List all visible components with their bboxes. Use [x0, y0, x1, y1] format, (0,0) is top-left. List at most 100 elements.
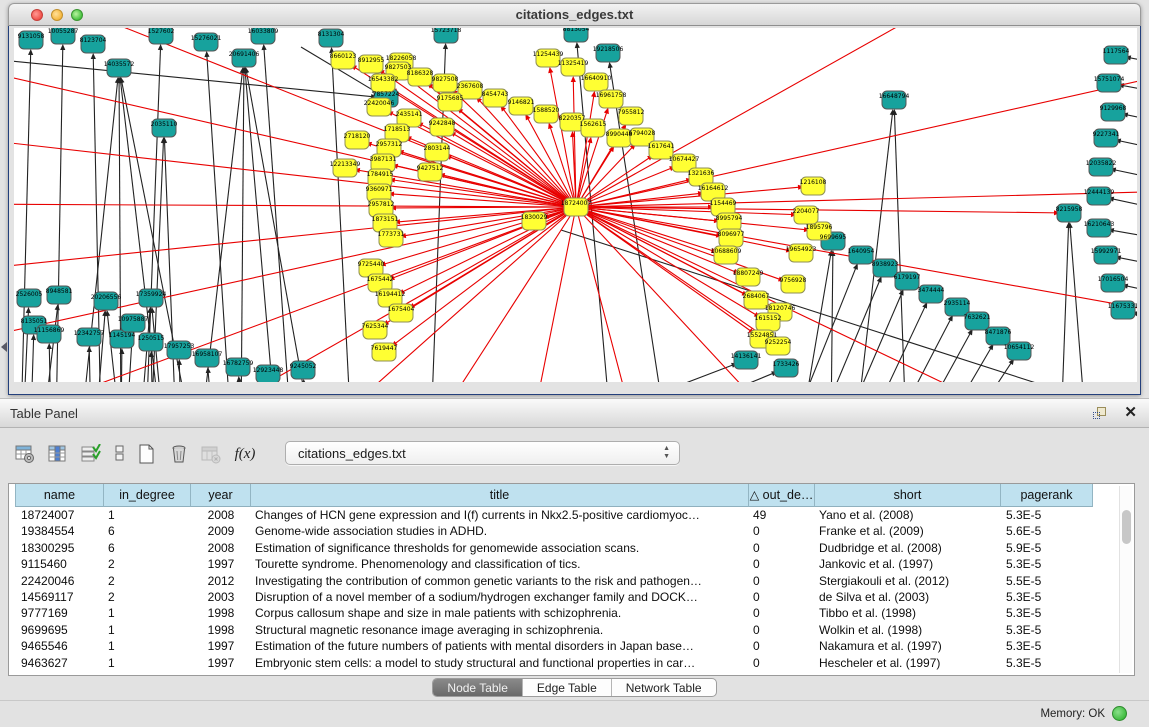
graph-node-label: 2957812	[368, 201, 395, 208]
graph-node-label: 1250515	[138, 335, 165, 342]
table-row[interactable]: 1938455462009Genome-wide association stu…	[9, 523, 1119, 539]
column-header-4[interactable]: △ out_de…	[749, 484, 815, 507]
graph-node-label: 8938923	[872, 261, 899, 268]
graph-node-label: 11156869	[34, 327, 65, 334]
tab-edge-table[interactable]: Edge Table	[523, 679, 612, 696]
graph-edge	[393, 207, 576, 345]
graph-edge	[894, 111, 906, 382]
function-builder-icon[interactable]: f(x)	[232, 439, 258, 469]
graph-node-label: 17016504	[1098, 276, 1129, 283]
graph-node-label: 12923448	[253, 367, 284, 374]
cell: 9777169	[15, 605, 104, 621]
window-title: citations_edges.txt	[9, 7, 1140, 22]
table-row[interactable]: 977716911998Corpus callosum shape and si…	[9, 605, 1119, 621]
graph-node-label: 8215958	[1056, 206, 1083, 213]
new-document-icon[interactable]	[134, 439, 160, 469]
column-header-0[interactable]: name	[15, 484, 104, 507]
edge-arrowhead	[608, 62, 613, 68]
graph-edge	[943, 345, 992, 382]
graph-node-label: 1562615	[580, 121, 607, 128]
graph-node-label: 1145194	[109, 332, 136, 339]
column-header-2[interactable]: year	[191, 484, 251, 507]
tab-node-table[interactable]: Node Table	[433, 679, 523, 696]
table-row[interactable]: 2242004622012Investigating the contribut…	[9, 573, 1119, 589]
delete-trash-icon[interactable]	[166, 439, 192, 469]
show-columns-icon[interactable]	[45, 439, 71, 469]
cell: 2003	[191, 589, 251, 605]
graph-node-label: 16194412	[375, 291, 406, 298]
table-panel: Table Panel ✕ f(x) citations_edges.txt ▲…	[0, 398, 1149, 727]
float-panel-icon[interactable]	[1093, 406, 1109, 422]
tab-network-table[interactable]: Network Table	[612, 679, 716, 696]
graph-node-label: 12342757	[74, 330, 105, 337]
graph-edge	[14, 60, 375, 97]
graph-node-label: 2803144	[424, 145, 451, 152]
table-row[interactable]: 911546021997Tourette syndrome. Phenomeno…	[9, 556, 1119, 572]
cell: 1998	[191, 622, 251, 638]
graph-node-label: 1873151	[372, 216, 399, 223]
graph-node-label: 1718513	[384, 126, 411, 133]
column-header-1[interactable]: in_degree	[104, 484, 191, 507]
graph-node-label: 16782759	[223, 360, 254, 367]
memory-status-indicator[interactable]	[1112, 706, 1127, 721]
collapse-panel-arrow-icon[interactable]	[1, 342, 7, 352]
table-row[interactable]: 1456911722003Disruption of a novel membe…	[9, 589, 1119, 605]
graph-node-label: 10674427	[669, 156, 700, 163]
cell: Hescheler et al. (1997)	[815, 655, 1001, 671]
graph-node-label: 8912955	[358, 57, 385, 64]
graph-edge	[576, 180, 1137, 207]
column-header-3[interactable]: title	[251, 484, 749, 507]
table-source-select[interactable]: citations_edges.txt ▲▼	[285, 441, 680, 465]
table-row[interactable]: 946362711997Embryonic stem cells: a mode…	[9, 655, 1119, 671]
graph-node-label: 9827508	[432, 76, 459, 83]
graph-node-label: 1895796	[806, 224, 833, 231]
close-panel-icon[interactable]: ✕	[1124, 404, 1137, 422]
table-row[interactable]: 1830029562008Estimation of significance …	[9, 540, 1119, 556]
row-height-icon[interactable]	[108, 439, 134, 469]
graph-node-label: 16543382	[368, 76, 399, 83]
column-header-6[interactable]: pagerank	[1001, 484, 1093, 507]
edge-arrowhead	[31, 334, 36, 340]
table-mode-icon[interactable]	[12, 439, 38, 469]
table-row[interactable]: 946554611997Estimation of the future num…	[9, 638, 1119, 654]
graph-node-label: 8135051	[21, 318, 48, 325]
cell: Genome-wide association studies in ADHD.	[251, 523, 749, 539]
network-canvas[interactable]: 1872400791310581005528781237041403557215…	[14, 28, 1137, 382]
graph-node-label: 18807249	[733, 270, 764, 277]
edge-arrowhead	[158, 44, 163, 50]
graph-node-label: 8995794	[716, 215, 743, 222]
edge-arrowhead	[443, 43, 448, 49]
graph-node-label: 16640910	[581, 75, 612, 82]
graph-node-label: 3987131	[370, 156, 397, 163]
graph-node-label: 16033809	[248, 28, 279, 35]
column-header-5[interactable]: short	[815, 484, 1001, 507]
graph-node-label: 8660123	[330, 53, 357, 60]
window-titlebar[interactable]: citations_edges.txt	[8, 3, 1141, 26]
cell: 18724007	[15, 507, 104, 523]
graph-node-label: 15992971	[1091, 248, 1122, 255]
table-vertical-scrollbar[interactable]	[1119, 486, 1132, 673]
graph-node-label: 8186328	[407, 70, 434, 77]
graph-edge	[843, 291, 903, 382]
cell: 19384554	[15, 523, 104, 539]
edge-arrowhead	[55, 304, 60, 310]
graph-node-label: 20691406	[229, 51, 260, 58]
graph-node-label: 1773731	[378, 231, 405, 238]
graph-node-label: 8813054	[563, 28, 590, 33]
select-rows-icon[interactable]	[78, 439, 104, 469]
cell: 5.3E-5	[1001, 622, 1093, 638]
cell: 9465546	[15, 638, 104, 654]
cell: 5.3E-5	[1001, 507, 1093, 523]
scrollbar-thumb[interactable]	[1122, 510, 1131, 544]
table-toolbar: f(x) citations_edges.txt ▲▼	[0, 429, 1149, 481]
cell: 9699695	[15, 622, 104, 638]
graph-node-label: 1588520	[533, 107, 560, 114]
cell: 18300295	[15, 540, 104, 556]
table-row[interactable]: 969969511998Structural magnetic resonanc…	[9, 622, 1119, 638]
graph-node-label: 11254439	[533, 51, 564, 58]
cell: Wolkin et al. (1998)	[815, 622, 1001, 638]
cell: 0	[749, 556, 815, 572]
table-row[interactable]: 1872400712008Changes of HCN gene express…	[9, 507, 1119, 523]
cell: 5.5E-5	[1001, 573, 1093, 589]
graph-node-label: 1830029	[521, 214, 548, 221]
